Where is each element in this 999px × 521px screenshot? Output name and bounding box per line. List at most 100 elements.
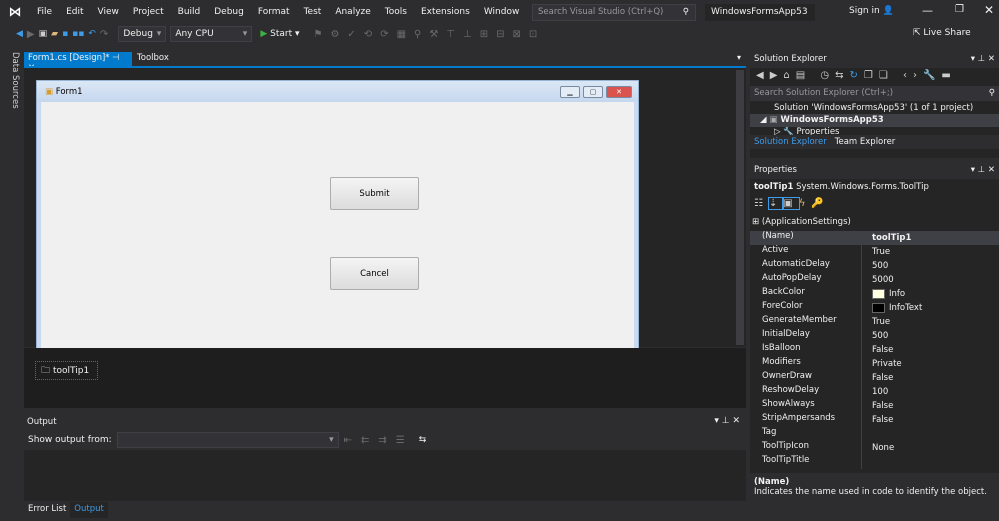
menu-format[interactable]: Format: [251, 7, 297, 17]
property-value[interactable]: 500: [862, 259, 888, 273]
search-input[interactable]: Search Visual Studio (Ctrl+Q) ⚲: [532, 4, 696, 21]
panel-controls[interactable]: ▾ ⊥ ✕: [971, 54, 995, 66]
tree-item-properties[interactable]: ▷ 🔧 Properties: [750, 127, 999, 135]
property-value[interactable]: 5000: [862, 273, 894, 287]
property-name: BackColor: [750, 287, 862, 301]
platform-select[interactable]: Any CPU ▾: [170, 26, 253, 42]
property-row[interactable]: ReshowDelay 100: [750, 385, 999, 399]
cancel-button[interactable]: Cancel: [330, 257, 419, 290]
object-selector[interactable]: toolTip1 System.Windows.Forms.ToolTip: [750, 179, 999, 195]
property-value[interactable]: 500: [862, 329, 888, 343]
property-value[interactable]: False: [862, 371, 893, 385]
minimize-button[interactable]: —: [922, 4, 933, 17]
property-name: InitialDelay: [750, 329, 862, 343]
close-button[interactable]: ✕: [984, 3, 994, 17]
property-value[interactable]: toolTip1: [862, 231, 911, 245]
restore-button[interactable]: ❐: [955, 4, 964, 15]
menu-file[interactable]: File: [30, 7, 59, 17]
menu-debug[interactable]: Debug: [207, 7, 251, 17]
menu-edit[interactable]: Edit: [59, 7, 90, 17]
live-share-button[interactable]: ⇱ Live Share: [913, 28, 971, 38]
property-name: Modifiers: [750, 357, 862, 371]
tab-form1-design[interactable]: Form1.cs [Design]* ⊣ ✕: [24, 52, 132, 73]
menu-project[interactable]: Project: [126, 7, 171, 17]
property-value[interactable]: False: [862, 343, 893, 357]
open-icon[interactable]: ▰: [51, 29, 58, 39]
property-row[interactable]: Modifiers Private: [750, 357, 999, 371]
pin-icon[interactable]: ⊣: [112, 53, 119, 63]
menu-extensions[interactable]: Extensions: [414, 7, 477, 17]
property-value[interactable]: InfoText: [862, 301, 922, 315]
menu-build[interactable]: Build: [171, 7, 208, 17]
word-wrap-icon[interactable]: ⇆: [419, 435, 427, 445]
config-select[interactable]: Debug ▾: [118, 26, 167, 42]
property-row[interactable]: InitialDelay 500: [750, 329, 999, 343]
property-value[interactable]: True: [862, 245, 890, 259]
solution-toolbar-icons[interactable]: ◀▶⌂▤ ◷⇆↻❐❏ ‹›🔧▬: [750, 68, 999, 86]
property-value[interactable]: False: [862, 399, 893, 413]
property-value[interactable]: True: [862, 315, 890, 329]
menu-tools[interactable]: Tools: [378, 7, 414, 17]
property-value[interactable]: Private: [862, 357, 902, 371]
property-name: AutomaticDelay: [750, 259, 862, 273]
form-window[interactable]: ▣ Form1 ▁ ▢ ✕ Submit Cancel: [36, 80, 639, 350]
tooltip1-component[interactable]: 🗀 toolTip1: [35, 361, 98, 380]
output-panel-controls[interactable]: ▾ ⊥ ✕: [714, 416, 740, 426]
back-icon[interactable]: ◀: [16, 29, 23, 39]
menu-test[interactable]: Test: [297, 7, 329, 17]
data-sources-tab[interactable]: Data Sources: [2, 52, 20, 109]
new-project-icon[interactable]: ▣: [39, 29, 48, 39]
property-name: ToolTipIcon: [750, 441, 862, 455]
solution-search-input[interactable]: Search Solution Explorer (Ctrl+;) ⚲: [750, 86, 999, 101]
property-group[interactable]: ⊞ (ApplicationSettings): [750, 217, 999, 231]
tab-toolbox[interactable]: Toolbox: [133, 52, 173, 66]
forward-icon[interactable]: ▶: [27, 29, 35, 40]
save-icon[interactable]: ▪: [62, 29, 68, 39]
menu-view[interactable]: View: [91, 7, 126, 17]
properties-toolbar-icons[interactable]: ☷⇣▣ϟ🔑: [750, 195, 999, 217]
property-row[interactable]: IsBalloon False: [750, 343, 999, 357]
menu-analyze[interactable]: Analyze: [328, 7, 377, 17]
property-name: StripAmpersands: [750, 413, 862, 427]
layout-toolbar-icons[interactable]: ⚑⚙✓⟲⟳▦⚲⚒⊤⊥⊞⊟⊠⊡: [314, 29, 546, 40]
property-value[interactable]: [862, 455, 872, 469]
property-name: ReshowDelay: [750, 385, 862, 399]
property-value[interactable]: False: [862, 413, 893, 427]
output-source-select[interactable]: ▾: [116, 432, 339, 448]
property-row[interactable]: AutoPopDelay 5000: [750, 273, 999, 287]
property-row[interactable]: OwnerDraw False: [750, 371, 999, 385]
menu-window[interactable]: Window: [477, 7, 527, 17]
panel-controls[interactable]: ▾ ⊥ ✕: [971, 165, 995, 177]
property-value[interactable]: Info: [862, 287, 905, 301]
tab-output[interactable]: Output: [70, 502, 108, 518]
property-row[interactable]: StripAmpersands False: [750, 413, 999, 427]
property-name: ForeColor: [750, 301, 862, 315]
property-row[interactable]: Active True: [750, 245, 999, 259]
tree-item-solution[interactable]: Solution 'WindowsFormsApp53' (1 of 1 pro…: [750, 101, 999, 114]
property-row[interactable]: ForeColor InfoText: [750, 301, 999, 315]
tree-item-project[interactable]: ◢ ▣ WindowsFormsApp53: [750, 114, 999, 127]
property-row[interactable]: ShowAlways False: [750, 399, 999, 413]
property-value[interactable]: None: [862, 441, 894, 455]
tab-team-explorer[interactable]: Team Explorer: [835, 137, 896, 147]
property-row[interactable]: AutomaticDelay 500: [750, 259, 999, 273]
sign-in-button[interactable]: Sign in 👤: [849, 6, 894, 16]
start-button[interactable]: ▶ Start ▾: [260, 29, 299, 39]
property-row[interactable]: ToolTipTitle: [750, 455, 999, 469]
tab-error-list[interactable]: Error List: [24, 502, 70, 518]
save-all-icon[interactable]: ▪▪: [72, 29, 84, 39]
output-toolbar-icons[interactable]: ⇤⇇⇉☰: [344, 435, 414, 446]
submit-button[interactable]: Submit: [330, 177, 419, 210]
tab-solution-explorer[interactable]: Solution Explorer: [754, 137, 827, 147]
redo-icon[interactable]: ↷: [100, 29, 108, 40]
property-value[interactable]: [862, 427, 872, 441]
property-value[interactable]: 100: [862, 385, 888, 399]
property-row[interactable]: (Name) toolTip1: [750, 231, 999, 245]
property-row[interactable]: Tag: [750, 427, 999, 441]
tab-overflow-icon[interactable]: ▾: [737, 53, 741, 62]
property-row[interactable]: GenerateMember True: [750, 315, 999, 329]
property-row[interactable]: ToolTipIcon None: [750, 441, 999, 455]
designer-scrollbar[interactable]: [736, 70, 744, 345]
property-row[interactable]: BackColor Info: [750, 287, 999, 301]
undo-icon[interactable]: ↶: [88, 29, 96, 39]
